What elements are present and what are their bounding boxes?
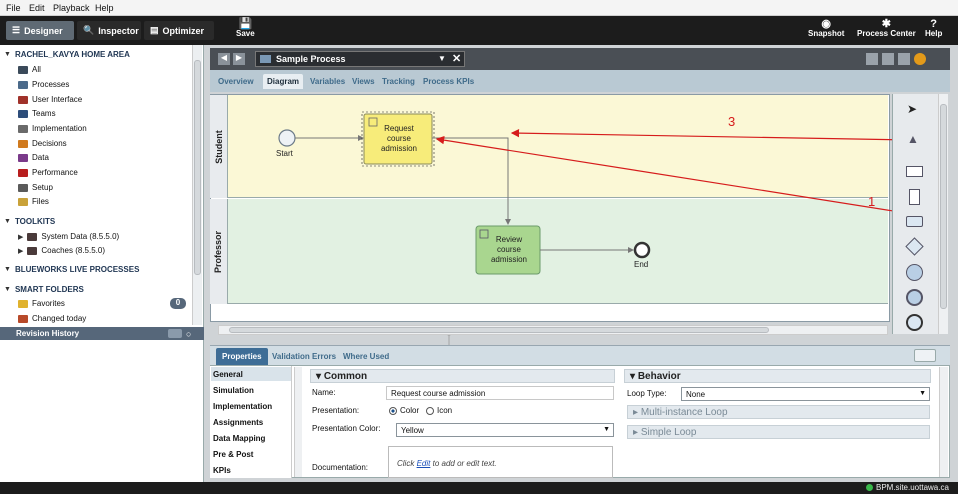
section-general[interactable]: General [213, 370, 243, 379]
start-label: Start [276, 149, 293, 158]
scroll-thumb[interactable] [229, 327, 769, 333]
common-section-header[interactable]: ▾ Common [310, 369, 615, 383]
multi-instance-loop-header[interactable]: ▸ Multi-instance Loop [627, 405, 930, 419]
end-event[interactable] [633, 241, 651, 259]
section-simulation[interactable]: Simulation [213, 386, 254, 395]
sections-scrollbar[interactable] [294, 367, 302, 477]
section-pre-post[interactable]: Pre & Post [213, 450, 253, 459]
select-tool-icon[interactable]: ➤ [907, 102, 917, 116]
sequence-flow-to-review[interactable] [432, 137, 511, 225]
loop-type-select[interactable]: None ▼ [681, 387, 930, 401]
diagram-horizontal-scrollbar[interactable] [218, 325, 888, 335]
end-event-tool-icon[interactable] [906, 314, 923, 331]
pool-tool-icon[interactable] [909, 189, 920, 205]
annotation-label-1: 1 [868, 194, 876, 209]
section-implementation[interactable]: Implementation [213, 402, 272, 411]
simple-loop-header[interactable]: ▸ Simple Loop [627, 425, 930, 439]
section-assignments[interactable]: Assignments [213, 418, 263, 427]
radio-selected-icon [389, 406, 397, 415]
end-label: End [634, 260, 649, 269]
expand-triangle-icon: ▸ [633, 407, 641, 418]
activity-tool-icon[interactable] [906, 216, 923, 227]
dropdown-icon: ▼ [919, 390, 926, 397]
presentation-label: Presentation: [312, 406, 360, 415]
diagram-vertical-scrollbar[interactable] [938, 94, 948, 334]
expand-triangle-icon: ▸ [633, 427, 641, 438]
tab-validation-errors[interactable]: Validation Errors [272, 352, 336, 361]
behavior-section-header[interactable]: ▾ Behavior [624, 369, 931, 383]
start-event[interactable] [278, 129, 296, 147]
annotation-label-3: 3 [728, 114, 736, 129]
section-data-mapping[interactable]: Data Mapping [213, 434, 265, 443]
task-label: Review course admission [490, 235, 527, 264]
status-bar: BPM.site.uottawa.ca [0, 482, 958, 494]
dropdown-icon: ▼ [603, 426, 610, 433]
start-event-tool-icon[interactable] [906, 264, 923, 281]
section-kpis[interactable]: KPIs [213, 466, 231, 475]
properties-header: Properties Validation Errors Where Used [210, 345, 950, 365]
edit-link[interactable]: Edit [417, 459, 431, 468]
color-radio[interactable]: Color [389, 406, 419, 415]
name-input[interactable]: Request course admission [386, 386, 614, 400]
documentation-field[interactable]: Click Edit to add or edit text. [388, 446, 613, 478]
name-label: Name: [312, 388, 336, 397]
task-label: Request course admission [380, 124, 417, 153]
icon-radio[interactable]: Icon [426, 406, 452, 415]
presentation-color-label: Presentation Color: [312, 424, 381, 433]
server-name: BPM.site.uottawa.ca [876, 483, 949, 492]
properties-scrollbar[interactable] [939, 367, 948, 477]
shape-palette: ➤ ▲ [892, 94, 938, 334]
gateway-tool-icon[interactable] [905, 237, 924, 256]
collapse-triangle-icon: ▾ [630, 371, 638, 382]
lane-tool-icon[interactable] [906, 166, 923, 177]
documentation-label: Documentation: [312, 463, 369, 472]
annotation-arrow-3 [510, 128, 911, 141]
radio-unselected-icon [426, 406, 434, 415]
maximize-icon[interactable] [914, 349, 936, 362]
loop-type-label: Loop Type: [627, 389, 667, 398]
annotation-arrow-1 [435, 135, 907, 214]
sequence-flow-tool-icon[interactable]: ▲ [907, 132, 919, 146]
tab-where-used[interactable]: Where Used [343, 352, 389, 361]
tab-properties[interactable]: Properties [216, 348, 268, 365]
connection-status-icon [866, 484, 873, 491]
presentation-color-select[interactable]: Yellow ▼ [396, 423, 614, 437]
scroll-thumb[interactable] [940, 104, 947, 309]
collapse-triangle-icon: ▾ [316, 371, 324, 382]
intermediate-event-tool-icon[interactable] [906, 289, 923, 306]
